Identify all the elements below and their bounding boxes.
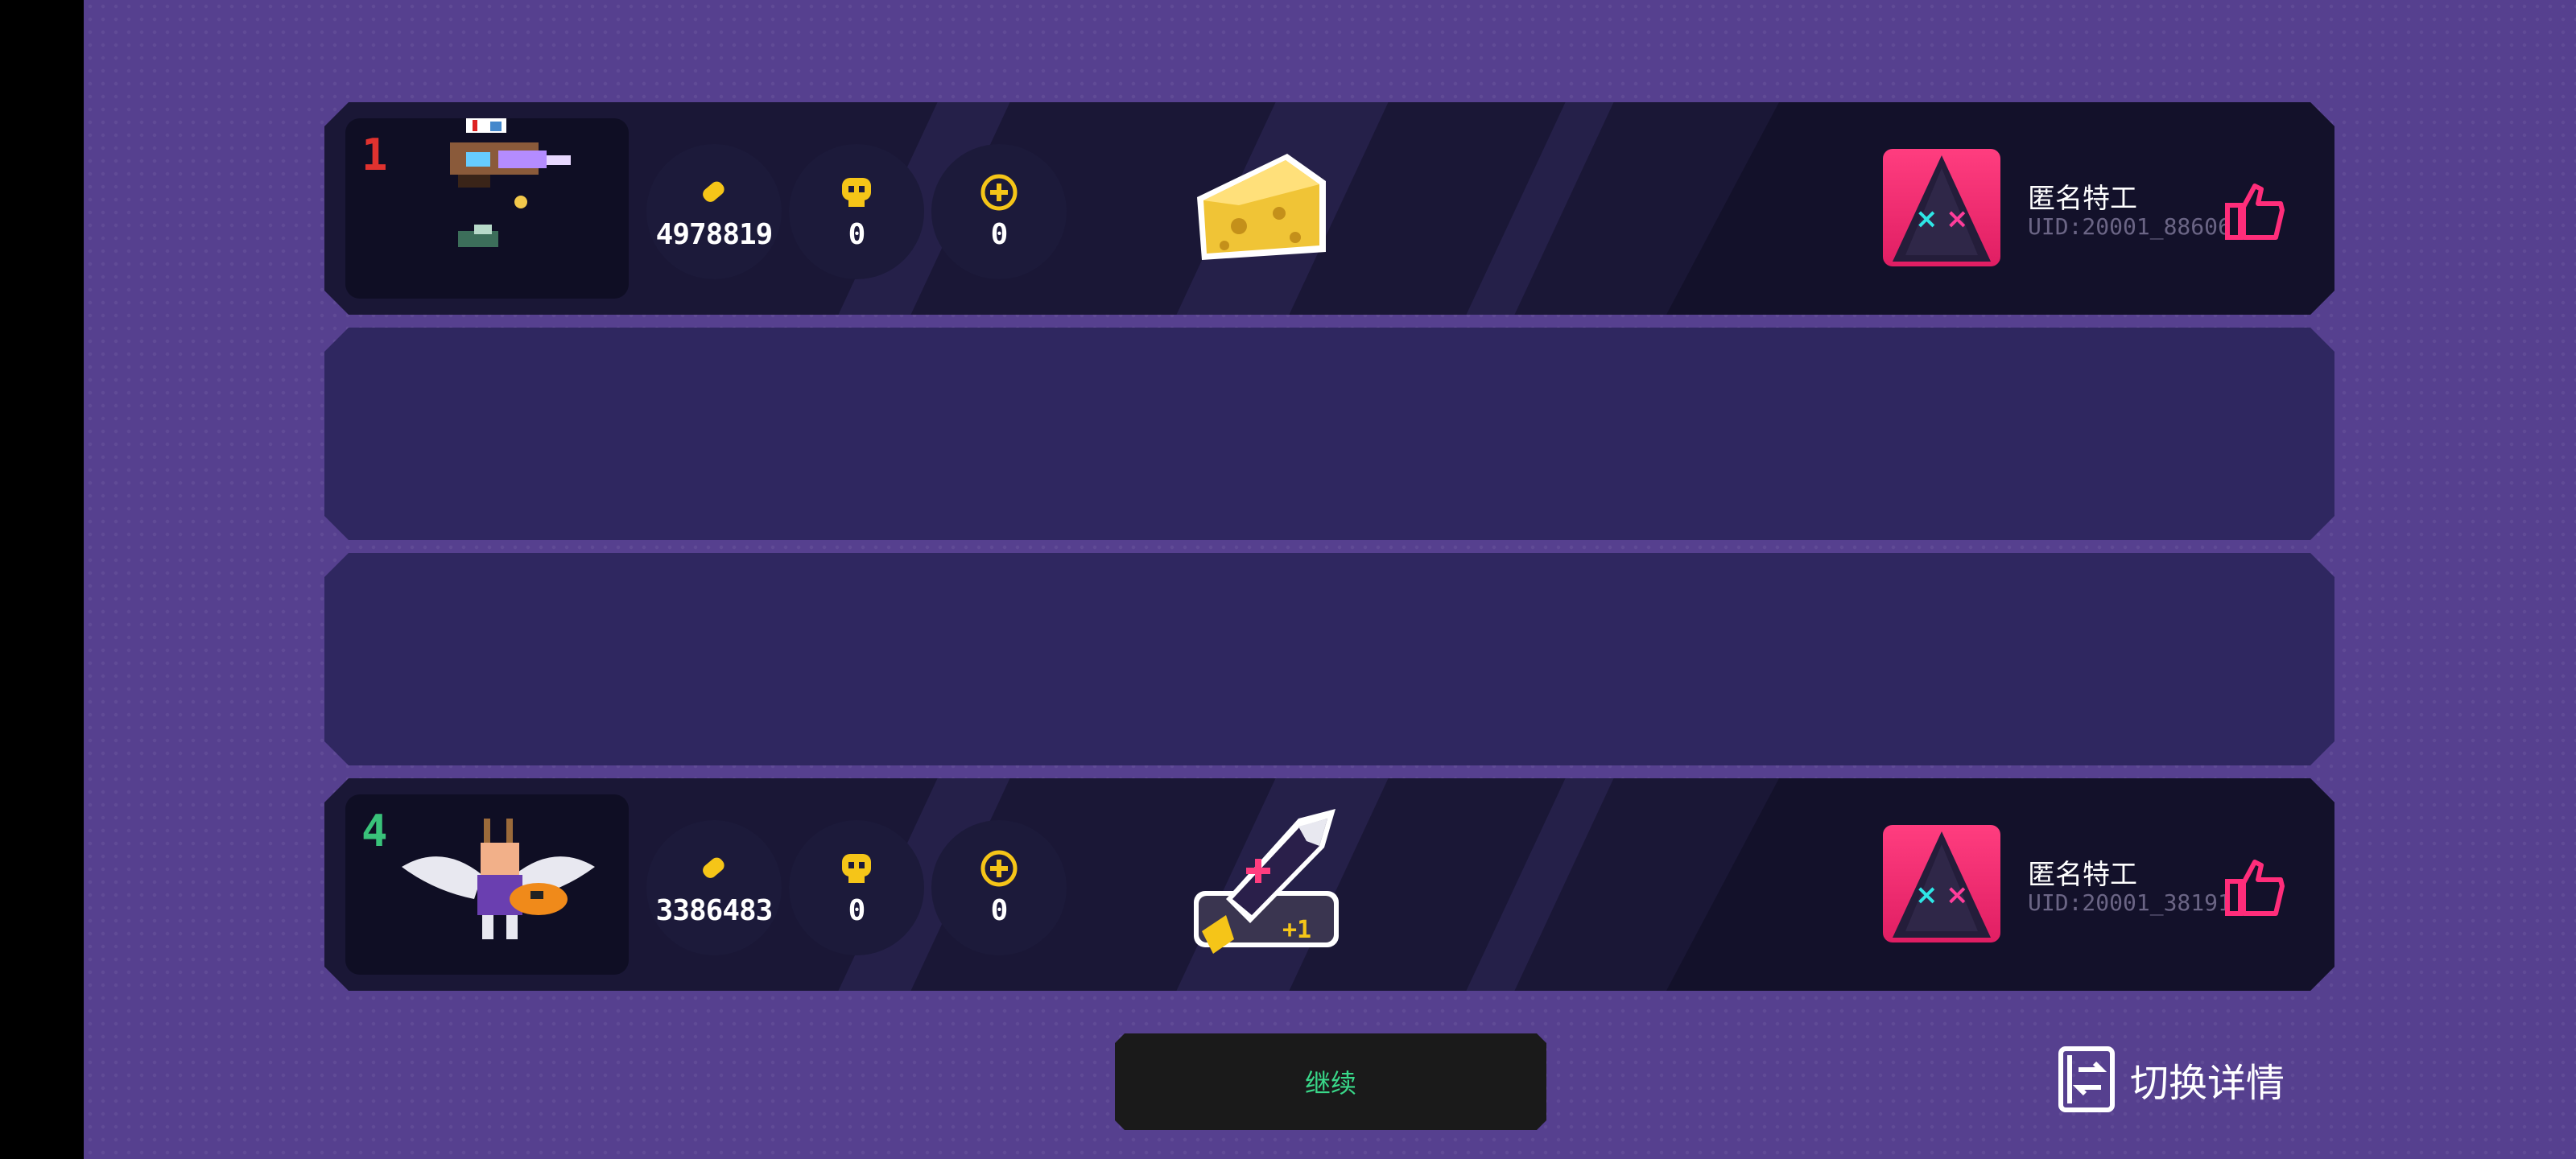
- cheese-icon: [1191, 149, 1335, 270]
- heal-stat: 0: [931, 820, 1067, 955]
- switch-details-button[interactable]: 切换详情: [2058, 1043, 2285, 1116]
- shark-rocket-icon: +1: [1178, 802, 1347, 963]
- empty-player-row-2: [324, 328, 2334, 540]
- heal-value: 0: [990, 218, 1008, 251]
- rank-number: 4: [361, 806, 388, 856]
- player-avatar: × ×: [1883, 825, 2000, 942]
- player-name: 匿名特工: [2028, 183, 2137, 215]
- rank-number: 1: [361, 130, 388, 180]
- item-badge: +1: [1282, 916, 1311, 944]
- like-thumb-icon[interactable]: [2224, 179, 2287, 242]
- kills-value: 0: [848, 894, 865, 927]
- player-row-1: 1 4978819 0 0 × × 匿名特工 UID:20001_88606: [324, 102, 2334, 315]
- skull-icon: [837, 849, 876, 888]
- bullet-icon: [695, 849, 733, 888]
- hooded-agent-icon: × ×: [1883, 149, 2000, 266]
- svg-text:×: ×: [1946, 879, 1969, 911]
- empty-player-row-3: [324, 553, 2334, 765]
- player-uid: UID:20001_38191: [2028, 889, 2231, 916]
- like-thumb-icon[interactable]: [2224, 856, 2287, 918]
- switch-details-label: 切换详情: [2130, 1061, 2285, 1106]
- svg-text:×: ×: [1915, 879, 1938, 911]
- heal-stat: 0: [931, 144, 1067, 279]
- player-name: 匿名特工: [2028, 859, 2137, 891]
- player-row-4: 4 3386483 0 0 +1 × × 匿名特工 UID:20001_3819…: [324, 778, 2334, 991]
- player-avatar: × ×: [1883, 149, 2000, 266]
- bullet-icon: [695, 173, 733, 212]
- hero-sprite-icon: [442, 118, 587, 271]
- skull-icon: [837, 173, 876, 212]
- kills-stat: 0: [789, 820, 924, 955]
- hero-portrait: 4: [345, 794, 629, 975]
- ammo-value: 3386483: [655, 894, 773, 927]
- ammo-stat: 4978819: [646, 144, 782, 279]
- svg-text:×: ×: [1946, 203, 1969, 235]
- kills-value: 0: [848, 218, 865, 251]
- ammo-stat: 3386483: [646, 820, 782, 955]
- results-screen: 1 4978819 0 0 × × 匿名特工 UID:20001_88606 4…: [84, 0, 2576, 1159]
- heal-plus-icon: [980, 173, 1018, 212]
- player-uid: UID:20001_88606: [2028, 213, 2231, 240]
- heal-plus-icon: [980, 849, 1018, 888]
- heal-value: 0: [990, 894, 1008, 927]
- hero-portrait: 1: [345, 118, 629, 299]
- svg-text:×: ×: [1915, 203, 1938, 235]
- kills-stat: 0: [789, 144, 924, 279]
- ammo-value: 4978819: [655, 218, 773, 251]
- switch-icon: [2058, 1046, 2115, 1112]
- continue-button[interactable]: 继续: [1115, 1033, 1546, 1130]
- hooded-agent-icon: × ×: [1883, 825, 2000, 942]
- winged-hero-sprite-icon: [394, 810, 603, 963]
